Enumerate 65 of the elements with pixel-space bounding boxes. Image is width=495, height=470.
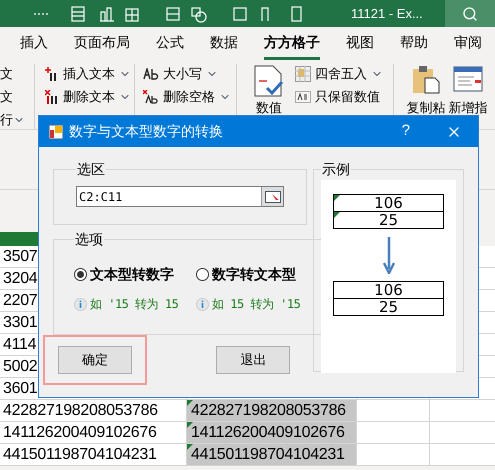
table-cell: 422827198208053786 [0,400,187,422]
ribbon-tab[interactable]: 页面布局 [74,32,130,60]
table-cell: 141126200409102676 [0,422,187,444]
group-label: 选项 [74,230,104,249]
ribbon-big-command[interactable]: 新增指 [448,64,488,129]
ribbon-tab[interactable]: 公式 [156,32,184,60]
window-icon [453,64,483,94]
ribbon-command[interactable]: 大小写 [143,64,236,83]
info-icon [74,298,87,310]
search-button[interactable] [445,0,495,27]
table-cell [430,444,495,466]
hint-text: 如 '15 转为 15 [90,296,178,313]
corner-triangle-icon [187,400,193,406]
keyboard-key-icon [295,90,311,102]
cross-letters-icon [143,90,159,104]
group-label: 选区 [76,160,106,179]
dialog-button[interactable]: 确定 [58,346,132,374]
app-icon [49,124,63,138]
radio-option[interactable]: 数字转文本型 [196,264,318,285]
ribbon-command[interactable]: 行 [0,110,30,129]
table-cell: 141126200409102676 [187,422,357,444]
ribbon-command[interactable]: 只保留数值 [295,87,393,106]
dialog-title: 数字与文本型数字的转换 [69,122,223,141]
info-icon [196,298,209,310]
ribbon-command[interactable]: 插入文本 [45,64,134,83]
radio-button[interactable] [196,268,209,281]
radio-button[interactable] [74,268,87,281]
range-picker-button[interactable] [261,187,283,206]
ribbon-tab[interactable]: 审阅 [454,32,482,60]
ribbon-big-command[interactable]: 数值 [249,64,289,129]
help-button[interactable]: ? [402,120,410,143]
cross-bars-icon [45,90,59,104]
table-cell: 422827198208053786 [187,400,357,422]
ribbon-tab[interactable]: 视图 [346,32,374,60]
group-label: 示例 [321,160,351,179]
ribbon-command[interactable]: 文 [0,64,30,83]
ribbon-command[interactable]: 文 [0,87,30,106]
letters-icon [143,68,159,80]
ribbon-tab[interactable]: 数据 [210,32,238,60]
down-arrow-icon [382,237,394,274]
corner-triangle-icon [187,422,193,428]
document-check-icon [253,64,285,98]
table-cell [430,400,495,422]
grid-icon [295,66,311,82]
example-cell: 106 [333,194,444,212]
ribbon-command[interactable]: 删除空格 [143,87,236,106]
table-cell: 441501198704104231 [0,444,187,466]
plus-bars-icon [45,66,59,80]
ribbon-command[interactable]: 删除文本 [45,87,134,106]
ribbon-tab[interactable]: 方方格子 [264,32,320,60]
hint-text: 如 15 转为 '15 [212,296,300,313]
corner-triangle-icon [187,444,193,450]
table-cell: 441501198704104231 [187,444,357,466]
search-icon [462,6,478,22]
example-cell: 25 [333,211,444,229]
ribbon-tab[interactable]: 帮助 [400,32,428,60]
range-field[interactable]: C2:C11 [76,186,284,207]
example-cell: 106 [333,281,444,299]
table-cell [430,422,495,444]
ribbon-tab[interactable]: 插入 [20,32,48,60]
window-title: 11121 - Ex... [351,4,423,23]
ribbon-command[interactable]: 四舍五入 [295,64,393,83]
example-cell: 25 [333,298,444,316]
dialog-button[interactable]: 退出 [216,346,290,374]
clipboard-icon [411,64,441,94]
